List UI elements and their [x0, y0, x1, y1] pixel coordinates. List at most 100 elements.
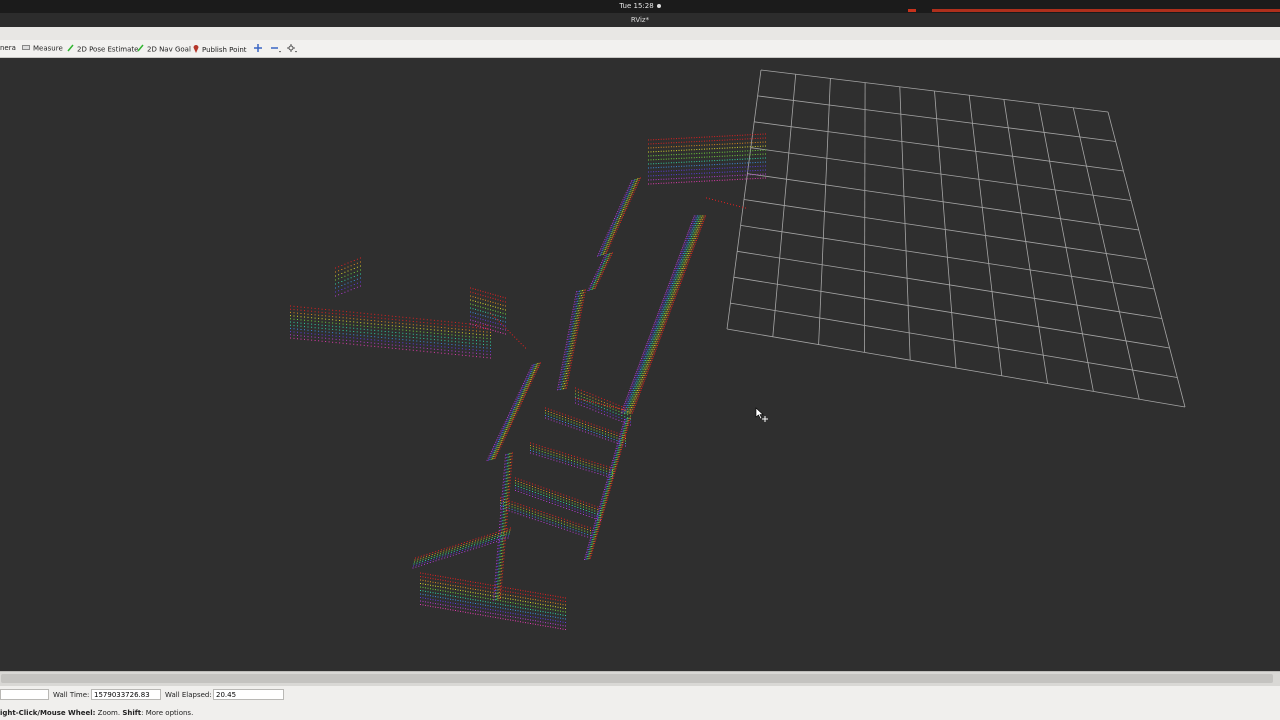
scan-strand	[493, 362, 540, 459]
scan-strand	[590, 254, 609, 290]
status-shift-text: : More options.	[141, 709, 194, 717]
scan-strand	[648, 157, 766, 165]
scan-strand	[625, 215, 700, 414]
wall-elapsed-label: Wall Elapsed:	[165, 691, 212, 699]
scan-strand	[561, 290, 582, 390]
scan-strand	[545, 412, 626, 442]
scan-strand	[493, 454, 506, 601]
grid-line	[1038, 103, 1094, 392]
scan-strand	[290, 308, 491, 330]
scan-strand	[632, 215, 706, 414]
scan-strand	[414, 531, 510, 563]
3d-render-view[interactable]	[0, 58, 1280, 671]
scan-strand	[648, 169, 766, 177]
grid-line	[1072, 107, 1140, 400]
grid-line	[730, 302, 1178, 378]
window-title: RViz*	[630, 16, 650, 24]
scan-strand	[420, 604, 566, 630]
scan-strand	[530, 447, 613, 474]
wall-time-field[interactable]: 1579033726.83	[91, 689, 161, 700]
scan-strand	[489, 364, 536, 461]
scan-strand	[420, 597, 566, 623]
scan-strand	[648, 153, 766, 161]
move-camera-tool[interactable]: nera	[0, 44, 16, 53]
scan-strand	[290, 318, 491, 340]
scan-strand	[648, 145, 766, 153]
scan-strand	[492, 363, 539, 460]
scan-strand	[597, 180, 632, 257]
scan-strand	[495, 453, 509, 600]
menu-bar	[0, 27, 1280, 41]
focus-icon	[287, 44, 298, 55]
scan-strand	[545, 410, 626, 439]
grid-line	[743, 199, 1147, 260]
scan-strand	[575, 399, 631, 423]
scan-strand	[575, 402, 631, 426]
status-hint-bold: ight-Click/Mouse Wheel:	[0, 709, 96, 717]
scan-strand	[414, 529, 511, 561]
scan-strand	[488, 364, 534, 461]
scan-strand	[600, 179, 635, 256]
scan-strand	[413, 533, 510, 565]
window-titlebar: RViz*	[0, 13, 1280, 27]
scan-strand	[620, 215, 695, 414]
pose-estimate-label: 2D Pose Estimate	[77, 45, 139, 54]
scan-strand	[530, 445, 613, 471]
notification-dot-icon	[656, 4, 661, 8]
scan-strand	[413, 535, 509, 567]
scan-strand	[490, 363, 537, 460]
scan-strand	[590, 417, 631, 559]
scan-strand	[648, 173, 766, 181]
nav-goal-tool[interactable]: 2D Nav Goal	[137, 44, 191, 54]
scan-strand	[290, 311, 491, 333]
scan-strand	[415, 527, 511, 559]
measure-tool[interactable]: Measure	[22, 44, 63, 53]
scan-strand	[648, 177, 766, 185]
green-arrow-icon	[67, 44, 74, 55]
scan-strand	[490, 312, 526, 349]
scan-strand	[500, 452, 513, 599]
grid-line	[740, 225, 1155, 290]
pose-estimate-tool[interactable]: 2D Pose Estimate	[67, 44, 139, 55]
scan-strand	[563, 290, 583, 390]
focus-tool-button[interactable]	[287, 44, 298, 53]
horizontal-scrollbar[interactable]	[0, 671, 1280, 686]
publish-point-tool[interactable]: Publish Point	[193, 44, 247, 56]
ros-elapsed-field[interactable]	[0, 689, 49, 700]
scan-strand	[498, 452, 512, 599]
scan-strand	[515, 482, 601, 514]
scan-strand	[648, 141, 766, 149]
scan-strand	[648, 149, 766, 157]
scan-strand	[575, 387, 631, 411]
scan-strand	[604, 178, 640, 254]
laser-point-cloud	[290, 133, 766, 630]
scan-strand	[627, 215, 702, 414]
scan-strand	[420, 600, 566, 627]
nav-goal-label: 2D Nav Goal	[147, 45, 191, 54]
move-icon	[254, 44, 262, 54]
scan-strand	[592, 253, 610, 290]
scan-strand	[624, 215, 698, 414]
scan-strand	[420, 583, 566, 609]
add-tool-button[interactable]	[254, 44, 262, 53]
scan-strand	[530, 452, 613, 479]
point-cloud-scene	[290, 69, 1186, 630]
grid-line	[737, 250, 1162, 319]
scan-strand	[290, 321, 491, 343]
scan-strand	[290, 324, 491, 346]
map-pin-icon	[193, 44, 199, 56]
scan-strand	[420, 576, 566, 602]
scan-strand	[290, 334, 491, 356]
rviz-toolbar: nera Measure 2D Pose Estimate 2D Nav Goa…	[0, 40, 1280, 58]
remove-tool-button[interactable]	[271, 44, 282, 53]
scan-strand	[588, 417, 630, 559]
grid-line	[968, 95, 1003, 376]
scan-strand	[589, 254, 607, 291]
move-cursor-icon	[755, 407, 768, 422]
wall-elapsed-field[interactable]: 20.45	[213, 689, 284, 700]
scan-strand	[601, 179, 637, 255]
wall-time-label: Wall Time:	[53, 691, 90, 699]
scrollbar-thumb[interactable]	[1, 674, 1273, 683]
scan-strand	[648, 137, 766, 145]
scan-strand	[495, 362, 541, 459]
